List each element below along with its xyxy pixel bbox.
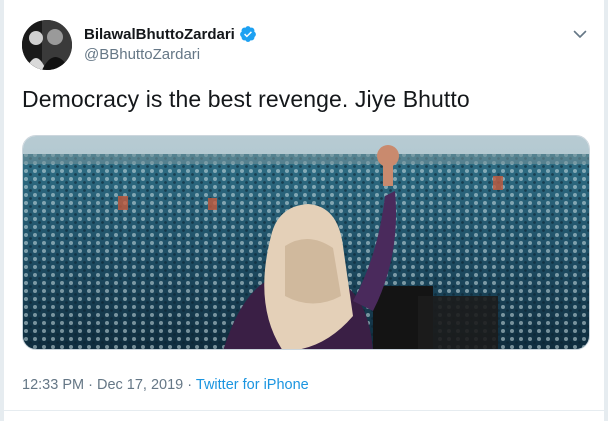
tweet-source-link[interactable]: Twitter for iPhone — [196, 377, 309, 393]
tweet-meta: 12:33 PM · Dec 17, 2019 · Twitter for iP… — [22, 377, 309, 393]
chevron-down-icon[interactable] — [572, 26, 588, 42]
tweet-text: Democracy is the best revenge. Jiye Bhut… — [22, 86, 470, 112]
divider — [4, 410, 604, 411]
tweet-date[interactable]: Dec 17, 2019 — [97, 377, 183, 393]
meta-separator: · — [187, 377, 193, 393]
tweet-card: BilawalBhuttoZardari @BBhuttoZardari Dem… — [3, 0, 605, 421]
handle[interactable]: @BBhuttoZardari — [84, 46, 200, 63]
verified-badge-icon — [239, 26, 256, 42]
avatar[interactable] — [22, 20, 72, 70]
tweet-photo[interactable] — [22, 135, 590, 350]
tweet-time[interactable]: 12:33 PM — [22, 377, 84, 393]
display-name[interactable]: BilawalBhuttoZardari — [84, 26, 235, 43]
author-name-row[interactable]: BilawalBhuttoZardari — [84, 25, 257, 43]
meta-separator: · — [88, 377, 93, 393]
